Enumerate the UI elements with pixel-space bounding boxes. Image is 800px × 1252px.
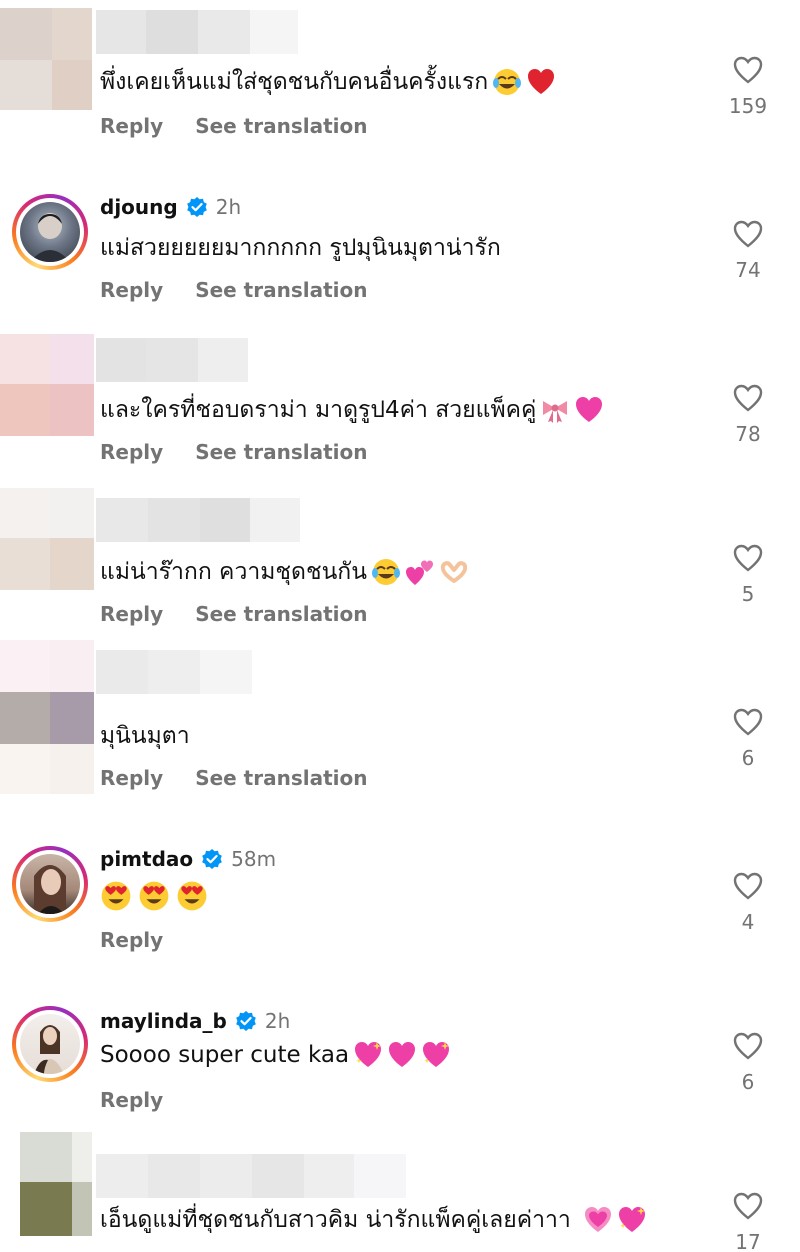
heart-outline-icon[interactable] [733,872,763,900]
timestamp: 58m [231,847,277,871]
growing-heart-icon [583,1205,613,1235]
avatar[interactable] [0,8,96,120]
see-translation-button[interactable]: See translation [195,440,367,464]
heart-eyes-emoji-icon [176,880,208,912]
timestamp: 2h [215,195,242,219]
username-obscured[interactable] [96,338,248,382]
like-control: 6 [722,708,774,770]
comment-header: pimtdao 58m [100,844,276,874]
username[interactable]: maylinda_b [100,1009,227,1033]
timestamp: 2h [264,1009,291,1033]
comment-text-body: พึ่งเคยเห็นแม่ใส่ชุดชนกับคนอื่นครั้งแรก [100,69,489,95]
username-obscured[interactable] [96,498,300,542]
like-count: 74 [735,258,761,282]
sparkling-heart-icon [617,1205,647,1235]
like-control: 78 [722,384,774,446]
reply-button[interactable]: Reply [100,440,163,464]
heart-outline-icon[interactable] [733,1192,763,1220]
comment-text: เอ็นดูแม่ที่ชุดชนกับสาวคิม น่ารักแพ็คคู่… [100,1202,647,1238]
comment-text-body: แม่น่าร๊ากก ความชุดชนกัน [100,559,367,585]
like-count: 159 [728,94,768,118]
sparkling-heart-icon [353,1040,383,1070]
comment-text: Soooo super cute kaa [100,1040,451,1070]
avatar[interactable] [12,194,88,270]
heart-outline-icon[interactable] [733,708,763,736]
sparkling-heart-icon [421,1040,451,1070]
pink-heart-icon [387,1040,417,1070]
comment-text-body: มุนินมุตา [100,723,190,749]
comment-text: แม่สวยยยยยมากกกกก รูปมุนินมุตาน่ารัก [100,230,501,266]
heart-hands-icon [439,557,469,587]
username-obscured[interactable] [96,650,252,694]
username-obscured[interactable] [96,1154,406,1198]
avatar[interactable] [12,846,88,922]
avatar[interactable] [20,1132,94,1236]
see-translation-button[interactable]: See translation [195,278,367,302]
heart-outline-icon[interactable] [733,56,763,84]
see-translation-button[interactable]: See translation [195,766,367,790]
see-translation-button[interactable]: See translation [195,602,367,626]
comment-actions: Reply [100,928,163,952]
like-control: 4 [722,872,774,934]
comment-text-body: เอ็นดูแม่ที่ชุดชนกับสาวคิม น่ารักแพ็คคู่… [100,1207,571,1233]
like-control: 6 [722,1032,774,1094]
heart-outline-icon[interactable] [733,544,763,572]
avatar[interactable] [0,488,96,600]
heart-eyes-emoji-icon [100,880,132,912]
verified-badge-icon [201,848,223,870]
username-obscured[interactable] [96,10,298,54]
comment-header: djoung 2h [100,192,241,222]
comment-actions: Reply [100,1088,163,1112]
pink-heart-icon [574,395,604,425]
comment-text-body: Soooo super cute kaa [100,1042,350,1068]
comment-header: maylinda_b 2h [100,1006,290,1036]
like-count: 78 [735,422,761,446]
comment-text [100,880,208,912]
avatar[interactable] [12,1006,88,1082]
comment-text: มุนินมุตา [100,718,190,754]
comment-actions: Reply See translation [100,602,368,626]
avatar[interactable] [0,334,96,446]
see-translation-button[interactable]: See translation [195,114,367,138]
red-heart-icon [526,67,556,97]
reply-button[interactable]: Reply [100,114,163,138]
reply-button[interactable]: Reply [100,278,163,302]
like-control: 159 [722,56,774,118]
reply-button[interactable]: Reply [100,928,163,952]
comment-text: แม่น่าร๊ากก ความชุดชนกัน [100,554,469,590]
like-count: 4 [741,910,755,934]
like-control: 5 [722,544,774,606]
username[interactable]: pimtdao [100,847,193,871]
like-count: 6 [741,746,755,770]
verified-badge-icon [235,1010,257,1032]
comment-text-body: และใครที่ชอบดราม่า มาดูรูป4ค่า สวยแพ็คคู… [100,397,537,423]
comment-actions: Reply See translation [100,114,368,138]
comment-actions: Reply See translation [100,278,368,302]
verified-badge-icon [186,196,208,218]
comment-text: และใครที่ชอบดราม่า มาดูรูป4ค่า สวยแพ็คคู… [100,392,604,428]
joy-emoji-icon [492,67,522,97]
avatar[interactable] [0,640,96,794]
comment-text: พึ่งเคยเห็นแม่ใส่ชุดชนกับคนอื่นครั้งแรก [100,64,556,100]
two-hearts-icon [405,557,435,587]
joy-emoji-icon [371,557,401,587]
like-count: 5 [741,582,755,606]
heart-eyes-emoji-icon [138,880,170,912]
heart-outline-icon[interactable] [733,1032,763,1060]
comment-actions: Reply See translation [100,440,368,464]
heart-outline-icon[interactable] [733,220,763,248]
like-control: 17 [722,1192,774,1252]
comment-text-body: แม่สวยยยยยมากกกกก รูปมุนินมุตาน่ารัก [100,235,501,261]
comment-actions: Reply See translation [100,766,368,790]
username[interactable]: djoung [100,195,178,219]
like-count: 6 [741,1070,755,1094]
reply-button[interactable]: Reply [100,766,163,790]
like-count: 17 [735,1230,761,1252]
heart-outline-icon[interactable] [733,384,763,412]
ribbon-icon [540,395,570,425]
reply-button[interactable]: Reply [100,602,163,626]
like-control: 74 [722,220,774,282]
reply-button[interactable]: Reply [100,1088,163,1112]
